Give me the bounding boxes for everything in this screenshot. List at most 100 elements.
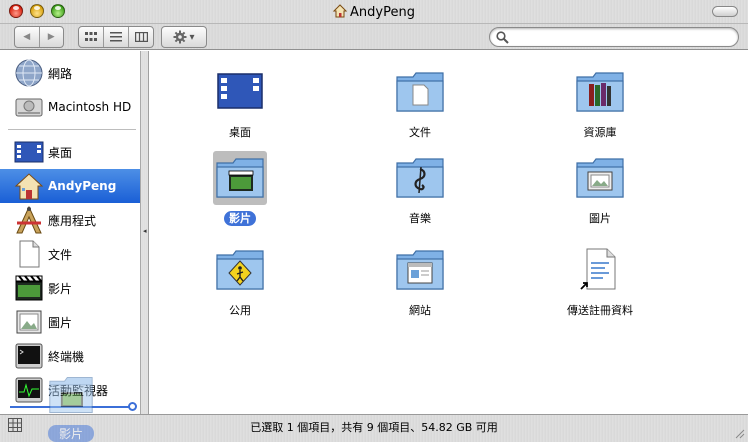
sidebar-item-label: AndyPeng xyxy=(48,179,117,193)
music-folder-icon xyxy=(396,158,444,198)
sidebar-item-pictures[interactable]: 圖片 xyxy=(0,305,140,339)
file-item-label: 公用 xyxy=(229,304,251,317)
icon-view-button[interactable] xyxy=(79,27,103,47)
file-icon-wrap xyxy=(213,243,267,297)
search-icon xyxy=(496,31,509,44)
sidebar-item-label: 文件 xyxy=(48,247,73,262)
insertion-knob xyxy=(128,402,137,411)
movies-folder-icon xyxy=(216,158,264,198)
window-title-text: AndyPeng xyxy=(350,5,415,20)
chevron-down-icon: ▾ xyxy=(189,31,195,43)
column-view-icon xyxy=(134,32,148,42)
forward-arrow-icon: ▶ xyxy=(47,32,55,42)
file-icon-wrap xyxy=(213,65,267,119)
back-forward-control: ◀ ▶ xyxy=(14,26,64,48)
file-item-sites[interactable]: 網站 xyxy=(340,243,500,318)
sidebar-item-applications[interactable]: 應用程式 xyxy=(0,203,140,237)
list-view-icon xyxy=(110,32,122,42)
file-item-public[interactable]: 公用 xyxy=(160,243,320,318)
network-globe-icon xyxy=(15,59,43,87)
home-icon xyxy=(333,4,348,18)
library-folder-icon xyxy=(576,72,624,112)
file-item-pictures[interactable]: 圖片 xyxy=(520,151,680,226)
sidebar-item-label: 網路 xyxy=(48,66,73,81)
registration-alias-icon xyxy=(580,248,616,290)
file-item-label: 文件 xyxy=(409,126,431,139)
sidebar: 網路 Macintosh HD 桌面 AndyPeng 應用程式 文件 影片 圖… xyxy=(0,51,141,414)
resize-grip-icon[interactable] xyxy=(733,427,745,439)
file-item-desktop[interactable]: 桌面 xyxy=(160,65,320,140)
movies-folder-icon xyxy=(49,377,93,413)
sidebar-item-terminal[interactable]: 終端機 xyxy=(0,339,140,373)
pictures-icon xyxy=(16,310,42,334)
sidebar-item-macintosh-hd[interactable]: Macintosh HD xyxy=(0,90,140,124)
file-item-label: 傳送註冊資料 xyxy=(567,304,633,317)
action-menu-content: ▾ xyxy=(162,27,206,47)
documents-folder-icon xyxy=(396,72,444,112)
forward-button[interactable]: ▶ xyxy=(38,27,64,47)
file-item-label: 網站 xyxy=(409,304,431,317)
file-item-registration[interactable]: 傳送註冊資料 xyxy=(520,243,680,318)
sidebar-splitter[interactable]: ◂ xyxy=(141,51,149,414)
file-icon-wrap xyxy=(573,65,627,119)
sidebar-item-movies[interactable]: 影片 xyxy=(0,271,140,305)
file-icon-wrap xyxy=(393,151,447,205)
sites-folder-icon xyxy=(396,250,444,290)
splitter-handle-icon: ◂ xyxy=(143,227,147,235)
window-title: AndyPeng xyxy=(0,4,748,20)
title-bar[interactable]: AndyPeng xyxy=(0,0,748,24)
drag-ghost: 影片 xyxy=(48,373,94,442)
file-icon-wrap xyxy=(393,65,447,119)
desktop-icon xyxy=(217,73,263,109)
sidebar-item-label: 圖片 xyxy=(48,315,73,330)
desktop-icon xyxy=(14,141,44,163)
hard-drive-icon xyxy=(15,98,43,117)
file-item-movies[interactable]: 影片 xyxy=(160,151,320,226)
toolbar: ◀ ▶ ▾ xyxy=(0,24,748,50)
movies-icon xyxy=(15,275,43,301)
sidebar-item-label: 影片 xyxy=(48,281,73,296)
search-field[interactable] xyxy=(489,27,739,47)
sidebar-item-label: 終端機 xyxy=(48,349,85,364)
applications-icon xyxy=(16,205,42,234)
drag-ghost-label: 影片 xyxy=(48,425,94,442)
file-item-label: 影片 xyxy=(224,211,256,226)
file-item-label: 音樂 xyxy=(409,212,431,225)
action-menu-button[interactable]: ▾ xyxy=(161,26,207,48)
terminal-icon xyxy=(15,343,43,369)
sidebar-item-label: Macintosh HD xyxy=(48,100,132,114)
icon-view-icon xyxy=(85,32,97,41)
file-icon-wrap xyxy=(393,243,447,297)
file-icon-wrap xyxy=(213,151,267,205)
activity-monitor-icon xyxy=(15,377,43,403)
file-item-label: 資源庫 xyxy=(583,126,617,139)
back-button[interactable]: ◀ xyxy=(15,27,39,47)
gear-icon xyxy=(173,30,187,44)
view-mode-control xyxy=(78,26,154,48)
status-text: 已選取 1 個項目，共有 9 個項目、54.82 GB 可用 xyxy=(250,421,498,434)
file-icon-wrap xyxy=(573,243,627,297)
sidebar-item-desktop[interactable]: 桌面 xyxy=(0,135,140,169)
list-view-button[interactable] xyxy=(103,27,128,47)
public-folder-icon xyxy=(216,250,264,290)
sidebar-item-home[interactable]: AndyPeng xyxy=(0,169,140,203)
sidebar-item-label: 桌面 xyxy=(48,145,73,160)
finder-window: AndyPeng ◀ ▶ ▾ 網路 Macintosh HD 桌面 AndyPe… xyxy=(0,0,748,442)
column-view-button[interactable] xyxy=(128,27,153,47)
file-item-label: 圖片 xyxy=(589,212,611,225)
sidebar-item-network[interactable]: 網路 xyxy=(0,56,140,90)
pictures-folder-icon xyxy=(576,158,624,198)
sidebar-item-documents[interactable]: 文件 xyxy=(0,237,140,271)
toolbar-toggle-button[interactable] xyxy=(712,6,738,17)
status-bar: 已選取 1 個項目，共有 9 個項目、54.82 GB 可用 xyxy=(0,414,748,442)
file-icon-wrap xyxy=(573,151,627,205)
sidebar-divider xyxy=(8,129,136,130)
home-icon xyxy=(14,173,44,200)
file-item-label: 桌面 xyxy=(229,126,251,139)
documents-icon xyxy=(19,240,40,268)
back-arrow-icon: ◀ xyxy=(23,32,31,42)
file-item-music[interactable]: 音樂 xyxy=(340,151,500,226)
file-area: 桌面 文件 資源庫 影片 音樂 圖片 公用 網站 傳送註冊資料 xyxy=(150,51,748,414)
file-item-documents[interactable]: 文件 xyxy=(340,65,500,140)
file-item-library[interactable]: 資源庫 xyxy=(520,65,680,140)
